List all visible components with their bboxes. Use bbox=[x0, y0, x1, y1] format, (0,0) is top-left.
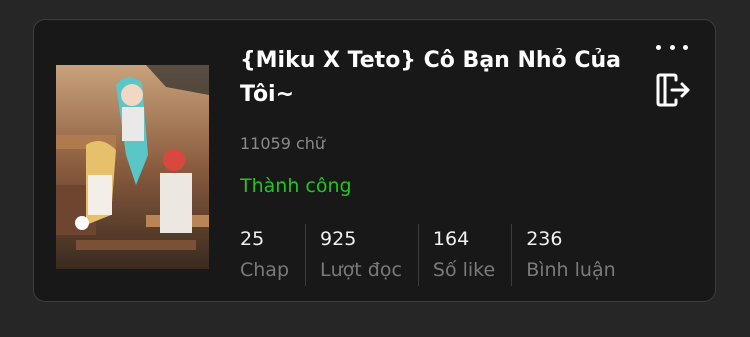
cover-image[interactable] bbox=[56, 65, 209, 269]
dot bbox=[656, 44, 661, 50]
dot bbox=[683, 44, 688, 50]
stat-label: Bình luận bbox=[526, 259, 616, 281]
stat-label: Chap bbox=[240, 259, 290, 281]
stat-chap: 25 Chap bbox=[240, 224, 307, 286]
more-dots-icon[interactable] bbox=[656, 40, 688, 54]
word-count: 11059 chữ bbox=[240, 134, 326, 153]
status-badge: Thành công bbox=[240, 175, 352, 197]
dot bbox=[669, 44, 675, 50]
stat-likes: 164 Số like bbox=[432, 224, 513, 286]
story-title[interactable]: {Miku X Teto} Cô Bạn Nhỏ Của Tôi~ bbox=[240, 44, 640, 112]
story-card: {Miku X Teto} Cô Bạn Nhỏ Của Tôi~ 11059 … bbox=[33, 19, 716, 302]
stats-row: 25 Chap 925 Lượt đọc 164 Số like 236 Bìn… bbox=[240, 224, 646, 286]
stat-value: 25 bbox=[240, 228, 265, 250]
exit-icon[interactable] bbox=[654, 72, 692, 108]
stat-label: Lượt đọc bbox=[320, 259, 402, 281]
stat-value: 236 bbox=[526, 228, 563, 250]
stat-label: Số like bbox=[432, 259, 496, 281]
stat-value: 925 bbox=[320, 228, 357, 250]
stat-views: 925 Lượt đọc bbox=[320, 224, 419, 286]
cover-illustration bbox=[56, 65, 209, 269]
stat-value: 164 bbox=[432, 228, 470, 250]
stat-comments: 236 Bình luận bbox=[526, 224, 631, 286]
